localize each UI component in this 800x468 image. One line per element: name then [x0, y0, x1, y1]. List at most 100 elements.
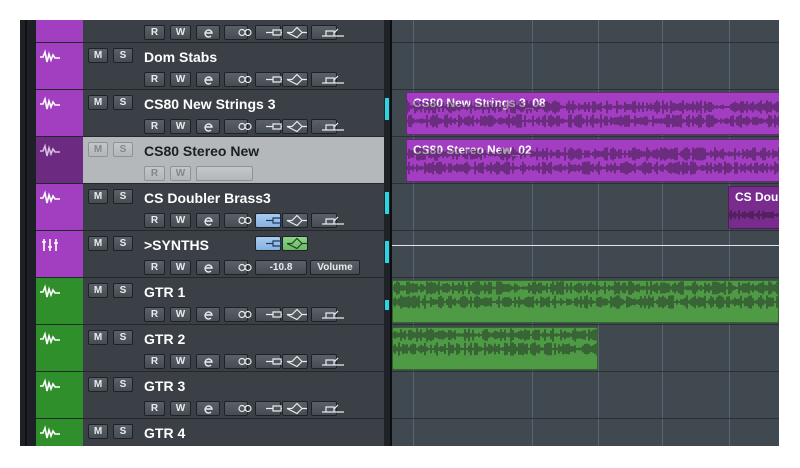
track-name[interactable]: Dom Stabs [144, 49, 217, 65]
track-row[interactable]: GTR 2 MSRW [36, 325, 384, 372]
mute-button[interactable]: M [88, 48, 108, 63]
read-automation-button[interactable]: R [144, 354, 165, 369]
track-row[interactable]: >SYNTHS M S R W -10.8 Volume [36, 231, 384, 278]
read-automation-button[interactable]: R [144, 307, 165, 322]
audio-clip[interactable]: CS80 New Strings 3_08 [406, 92, 779, 135]
read-automation-button[interactable]: R [144, 72, 165, 87]
automation-mode-button[interactable] [255, 72, 288, 87]
automation-mode-button[interactable] [255, 119, 288, 134]
audio-clip[interactable]: CS80 Stereo New_02 [406, 139, 779, 182]
monitor-button[interactable] [224, 354, 252, 369]
track-row[interactable]: GTR 1 MSRW [36, 278, 384, 325]
solo-button[interactable]: S [113, 142, 133, 157]
solo-button[interactable]: S [113, 189, 133, 204]
track-row[interactable]: MSRW [36, 20, 384, 43]
monitor-button[interactable] [224, 260, 252, 275]
insert-button[interactable] [282, 354, 308, 369]
mute-button[interactable]: M [88, 424, 108, 439]
automation-mode-button[interactable] [255, 354, 288, 369]
track-name[interactable]: CS80 New Strings 3 [144, 96, 276, 112]
mute-button[interactable]: M [88, 330, 108, 345]
mute-button[interactable]: M [88, 377, 108, 392]
send-button[interactable] [311, 307, 344, 322]
edit-channel-button[interactable] [196, 119, 220, 134]
track-color-strip[interactable] [36, 90, 83, 136]
mute-button[interactable]: M [88, 236, 108, 251]
edit-channel-button[interactable] [196, 72, 220, 87]
read-automation-button[interactable]: R [144, 25, 165, 40]
monitor-button[interactable] [224, 401, 252, 416]
solo-button[interactable]: S [113, 95, 133, 110]
write-automation-button[interactable]: W [170, 166, 191, 181]
volume-label[interactable]: Volume [310, 260, 360, 275]
track-color-strip[interactable] [36, 20, 83, 42]
solo-button[interactable]: S [113, 48, 133, 63]
monitor-button[interactable] [224, 213, 252, 228]
read-automation-button[interactable]: R [144, 401, 165, 416]
solo-button[interactable]: S [113, 377, 133, 392]
mute-button[interactable]: M [88, 283, 108, 298]
track-color-strip[interactable] [36, 43, 83, 89]
write-automation-button[interactable]: W [170, 354, 191, 369]
send-button[interactable] [311, 72, 344, 87]
automation-mode-button[interactable] [255, 401, 288, 416]
track-name[interactable]: CS Doubler Brass3 [144, 190, 271, 206]
automation-mode-button[interactable] [255, 25, 288, 40]
solo-button[interactable]: S [113, 424, 133, 439]
monitor-button[interactable] [224, 72, 252, 87]
edit-channel-button[interactable] [196, 307, 220, 322]
send-button[interactable] [311, 401, 344, 416]
insert-button[interactable] [282, 236, 308, 251]
mute-button[interactable]: M [88, 142, 108, 157]
send-button[interactable] [311, 25, 344, 40]
write-automation-button[interactable]: W [170, 260, 191, 275]
track-row[interactable]: GTR 4MSRW [36, 419, 384, 446]
track-name[interactable]: GTR 3 [144, 378, 185, 394]
edit-channel-button[interactable] [196, 25, 220, 40]
track-color-strip[interactable] [36, 137, 83, 183]
automation-mode-button[interactable] [255, 307, 288, 322]
track-row[interactable]: CS80 New Strings 3 MSRW [36, 90, 384, 137]
read-automation-button[interactable]: R [144, 119, 165, 134]
send-button[interactable] [311, 213, 344, 228]
read-automation-button[interactable]: R [144, 213, 165, 228]
write-automation-button[interactable]: W [170, 401, 191, 416]
insert-button[interactable] [282, 25, 308, 40]
monitor-button[interactable] [224, 119, 252, 134]
track-name[interactable]: >SYNTHS [144, 237, 209, 253]
track-color-strip[interactable] [36, 419, 83, 446]
track-color-strip[interactable] [36, 231, 83, 277]
monitor-button[interactable] [224, 307, 252, 322]
solo-button[interactable]: S [113, 236, 133, 251]
send-button[interactable] [311, 119, 344, 134]
read-automation-button[interactable]: R [144, 260, 165, 275]
track-name[interactable]: CS80 Stereo New [144, 143, 259, 159]
track-row[interactable]: CS80 Stereo New M S R W [36, 137, 384, 184]
edit-channel-button[interactable] [196, 354, 220, 369]
mute-button[interactable]: M [88, 95, 108, 110]
track-name[interactable]: GTR 4 [144, 425, 185, 441]
track-name[interactable]: GTR 1 [144, 284, 185, 300]
write-automation-button[interactable]: W [170, 119, 191, 134]
track-color-strip[interactable] [36, 325, 83, 371]
edit-channel-button[interactable] [196, 401, 220, 416]
edit-channel-button[interactable] [196, 260, 220, 275]
track-name[interactable]: GTR 2 [144, 331, 185, 347]
track-row[interactable]: GTR 3 MSRW [36, 372, 384, 419]
insert-button[interactable] [282, 213, 308, 228]
track-row[interactable]: Dom Stabs M S R W [36, 43, 384, 90]
solo-button[interactable]: S [113, 330, 133, 345]
edit-channel-extension-button[interactable] [196, 166, 253, 181]
audio-clip[interactable]: CS Doubler Brass3 [728, 186, 779, 229]
write-automation-button[interactable]: W [170, 72, 191, 87]
mute-button[interactable]: M [88, 189, 108, 204]
write-automation-button[interactable]: W [170, 307, 191, 322]
solo-button[interactable]: S [113, 283, 133, 298]
write-automation-button[interactable]: W [170, 25, 191, 40]
insert-button[interactable] [282, 401, 308, 416]
audio-clip[interactable] [392, 327, 598, 370]
track-color-strip[interactable] [36, 278, 83, 324]
insert-button[interactable] [282, 307, 308, 322]
read-automation-button[interactable]: R [144, 166, 165, 181]
write-automation-button[interactable]: W [170, 213, 191, 228]
